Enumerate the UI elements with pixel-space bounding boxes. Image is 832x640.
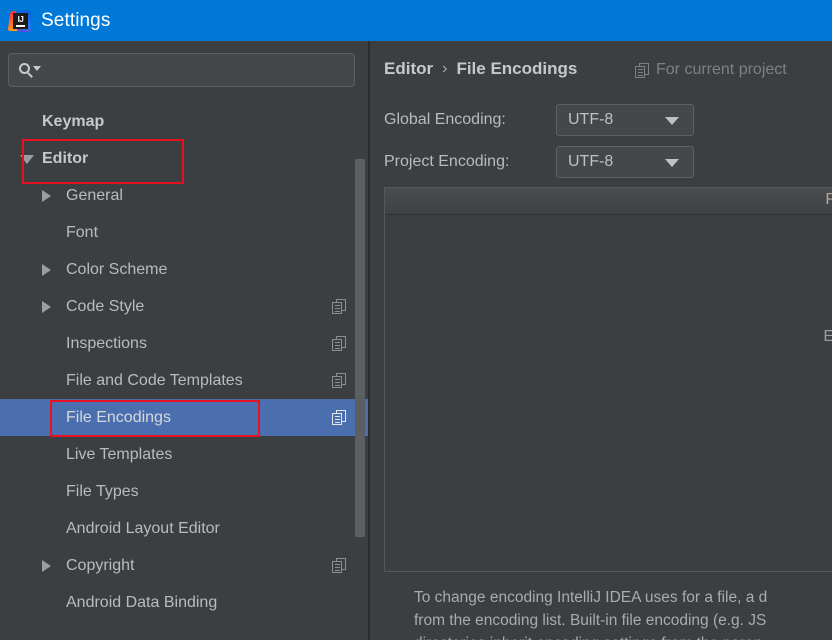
help-line-1: To change encoding IntelliJ IDEA uses fo…: [414, 589, 768, 606]
search-box[interactable]: [8, 53, 355, 87]
table-body[interactable]: Enc: [385, 216, 832, 571]
chevron-right-icon[interactable]: [42, 300, 51, 313]
sidebar-item-label: Code Style: [66, 297, 145, 315]
chevron-right-icon[interactable]: [42, 559, 51, 572]
global-encoding-select[interactable]: UTF-8: [556, 104, 694, 136]
chevron-down-icon: [33, 66, 41, 71]
chevron-down-icon[interactable]: [665, 117, 679, 125]
copy-icon[interactable]: [332, 372, 346, 388]
sidebar-item-font[interactable]: Font: [0, 214, 368, 251]
sidebar-item-label: Keymap: [42, 112, 105, 130]
copy-icon: [635, 62, 649, 78]
scope-note-label: For current project: [656, 61, 787, 78]
scope-note: For current project: [635, 61, 787, 79]
intellij-idea-logo-icon: IJ: [7, 9, 31, 32]
sidebar-item-android-data-binding[interactable]: Android Data Binding: [0, 584, 368, 621]
sidebar-item-label: Live Templates: [66, 445, 173, 463]
encodings-table[interactable]: Pa Enc: [384, 187, 832, 572]
sidebar-item-label: Color Scheme: [66, 260, 168, 278]
sidebar-item-android-layout-editor[interactable]: Android Layout Editor: [0, 510, 368, 547]
window-title: Settings: [41, 9, 111, 31]
sidebar-item-file-encodings[interactable]: File Encodings: [0, 399, 368, 436]
sidebar-item-label: File Types: [66, 482, 139, 500]
sidebar-item-color-scheme[interactable]: Color Scheme: [0, 251, 368, 288]
settings-sidebar: Keymap Editor General Font Color Scheme Code …: [0, 41, 369, 640]
sidebar-item-editor[interactable]: Editor: [0, 140, 368, 177]
breadcrumb-separator-icon: ›: [442, 60, 448, 77]
global-encoding-value: UTF-8: [568, 111, 614, 128]
copy-icon[interactable]: [332, 335, 346, 351]
chevron-right-icon[interactable]: [42, 189, 51, 202]
global-encoding-label: Global Encoding:: [384, 111, 506, 128]
copy-icon[interactable]: [332, 409, 346, 425]
chevron-down-icon[interactable]: [665, 159, 679, 167]
sidebar-item-label: Inspections: [66, 334, 147, 352]
help-line-3: directories inherit encoding settings fr…: [414, 632, 832, 640]
sidebar-item-code-style[interactable]: Code Style: [0, 288, 368, 325]
project-encoding-row: Project Encoding: UTF-8: [384, 146, 694, 178]
sidebar-item-label: Editor: [42, 149, 89, 167]
sidebar-item-label: Android Data Binding: [66, 593, 218, 611]
help-text: To change encoding IntelliJ IDEA uses fo…: [414, 586, 832, 640]
settings-window: IJ Settings Keymap Editor General Font Color…: [0, 0, 832, 640]
settings-tree: Keymap Editor General Font Color Scheme Code …: [0, 103, 369, 640]
table-encoding-hint: Enc: [823, 328, 832, 346]
project-encoding-value: UTF-8: [568, 153, 614, 170]
project-encoding-select[interactable]: UTF-8: [556, 146, 694, 178]
search-icon[interactable]: [19, 61, 41, 79]
search-field[interactable]: [8, 53, 355, 87]
table-header: Pa: [385, 188, 832, 215]
breadcrumb-current: File Encodings: [456, 59, 578, 78]
global-encoding-row: Global Encoding: UTF-8: [384, 104, 694, 136]
title-bar: IJ Settings: [0, 0, 832, 41]
copy-icon[interactable]: [332, 557, 346, 573]
sidebar-item-file-and-code-templates[interactable]: File and Code Templates: [0, 362, 368, 399]
sidebar-item-label: Copyright: [66, 556, 135, 574]
sidebar-item-file-types[interactable]: File Types: [0, 473, 368, 510]
project-encoding-label: Project Encoding:: [384, 153, 510, 170]
table-column-path[interactable]: Pa: [825, 191, 832, 209]
chevron-right-icon[interactable]: [42, 263, 51, 276]
copy-icon[interactable]: [332, 298, 346, 314]
sidebar-item-label: Font: [66, 223, 99, 241]
sidebar-item-copyright[interactable]: Copyright: [0, 547, 368, 584]
sidebar-scrollbar[interactable]: [355, 159, 365, 537]
sidebar-item-general[interactable]: General: [0, 177, 368, 214]
file-encodings-panel: Editor › File Encodings For current proj…: [370, 41, 832, 640]
breadcrumb-parent[interactable]: Editor: [384, 59, 433, 79]
breadcrumb: Editor › File Encodings: [384, 59, 577, 79]
search-input[interactable]: [41, 62, 354, 78]
chevron-down-icon[interactable]: [20, 154, 34, 164]
sidebar-item-label: File Encodings: [66, 408, 171, 426]
help-line-2: from the encoding list. Built-in file en…: [414, 612, 767, 629]
sidebar-item-keymap[interactable]: Keymap: [0, 103, 368, 140]
sidebar-item-label: File and Code Templates: [66, 371, 243, 389]
sidebar-item-label: General: [66, 186, 123, 204]
sidebar-item-label: Android Layout Editor: [66, 519, 220, 537]
sidebar-item-live-templates[interactable]: Live Templates: [0, 436, 368, 473]
sidebar-item-inspections[interactable]: Inspections: [0, 325, 368, 362]
